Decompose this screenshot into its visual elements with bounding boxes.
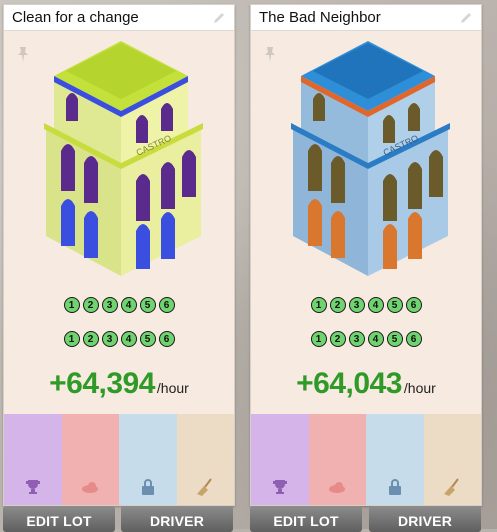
income-unit: /hour [403,380,436,396]
pencil-icon[interactable] [459,11,473,25]
upgrade-badge[interactable]: 3 [101,297,118,313]
upgrade-badge[interactable]: 2 [329,331,346,347]
upgrade-badge[interactable]: 3 [348,297,365,313]
upgrade-badge[interactable]: 1 [63,331,80,347]
pencil-icon[interactable] [212,11,226,25]
income-unit: /hour [156,380,189,396]
slot-bar [251,414,481,505]
slot-bar [4,414,234,505]
lot-title[interactable]: Clean for a change [12,9,139,26]
slot-broom[interactable] [423,414,481,505]
trophy-icon [25,480,40,494]
edit-lot-button[interactable]: EDIT LOT [3,506,115,532]
lock-icon [388,479,401,495]
upgrade-badge[interactable]: 5 [386,331,403,347]
upgrade-row: 1 2 3 4 5 6 [4,297,234,313]
upgrade-badge[interactable]: 6 [158,297,175,313]
income-display: +64,043 /hour [251,367,481,401]
income-value: +64,394 [49,367,155,400]
slot-cloud[interactable] [61,414,119,505]
upgrade-badge[interactable]: 2 [82,297,99,313]
slot-trophy[interactable] [251,414,309,505]
upgrade-badge[interactable]: 6 [405,297,422,313]
upgrade-badge[interactable]: 4 [367,331,384,347]
upgrade-badge[interactable]: 3 [101,331,118,347]
upgrade-badge[interactable]: 5 [386,297,403,313]
slot-trophy[interactable] [4,414,62,505]
upgrade-badge[interactable]: 2 [329,297,346,313]
cloud-icon [329,482,346,493]
upgrade-badge[interactable]: 5 [139,331,156,347]
building-image: CASTRO [291,41,450,276]
upgrade-badge[interactable]: 4 [120,297,137,313]
upgrade-badge[interactable]: 4 [367,297,384,313]
upgrade-badge[interactable]: 6 [158,331,175,347]
broom-icon [444,478,460,496]
upgrade-badge[interactable]: 2 [82,331,99,347]
building-image: CASTRO [44,41,203,276]
lot-title[interactable]: The Bad Neighbor [259,9,381,26]
lot-card-1: Clean for a change CASTRO 1 2 3 4 5 6 1 … [3,4,235,506]
income-value: +64,043 [296,367,402,400]
driver-button[interactable]: DRIVER [121,506,233,532]
slot-cloud[interactable] [308,414,366,505]
card-header: The Bad Neighbor [251,5,481,31]
upgrade-badge[interactable]: 3 [348,331,365,347]
lock-icon [141,479,154,495]
income-display: +64,394 /hour [4,367,234,401]
slot-lock[interactable] [366,414,424,505]
trophy-icon [272,480,287,494]
slot-lock[interactable] [119,414,177,505]
lot-card-2: The Bad Neighbor CASTRO 1 2 3 4 5 6 1 2 … [250,4,482,506]
edit-lot-button[interactable]: EDIT LOT [250,506,362,532]
upgrade-badge[interactable]: 1 [310,297,327,313]
upgrade-row: 1 2 3 4 5 6 [4,331,234,347]
upgrade-badge[interactable]: 4 [120,331,137,347]
upgrade-row: 1 2 3 4 5 6 [251,331,481,347]
upgrade-badge[interactable]: 1 [63,297,80,313]
broom-icon [197,478,213,496]
card-header: Clean for a change [4,5,234,31]
upgrade-badge[interactable]: 5 [139,297,156,313]
upgrade-row: 1 2 3 4 5 6 [251,297,481,313]
upgrade-badge[interactable]: 1 [310,331,327,347]
upgrade-badge[interactable]: 6 [405,331,422,347]
driver-button[interactable]: DRIVER [369,506,481,532]
slot-broom[interactable] [176,414,234,505]
cloud-icon [82,482,99,493]
